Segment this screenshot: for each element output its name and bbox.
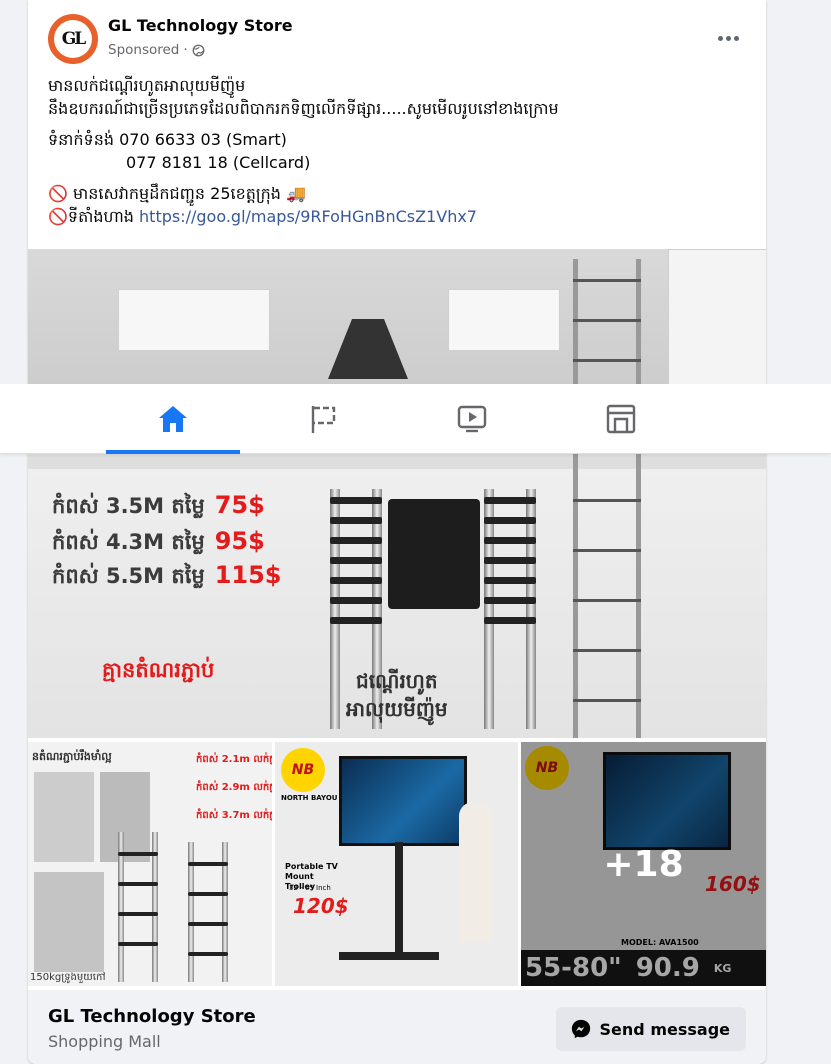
more-options-button[interactable] (714, 24, 742, 52)
home-icon (159, 405, 187, 432)
trolley-pole (395, 842, 403, 952)
more-dot-icon (717, 35, 723, 41)
footer-page-name[interactable]: GL Technology Store (48, 1006, 256, 1027)
thumb-photo (34, 772, 94, 862)
price-value: 115$ (214, 561, 282, 589)
maps-link[interactable]: https://goo.gl/maps/9RFoHGnBnCsZ1Vhx7 (139, 207, 477, 226)
tab-watch[interactable] (405, 384, 539, 453)
trolley-base (339, 952, 439, 960)
thumbnail-tv-trolley[interactable]: NB NORTH BAYOU Portable TV Mount Trolley… (275, 742, 518, 986)
sponsored-line: Sponsored · (108, 42, 205, 58)
tab-marketplace[interactable] (554, 384, 688, 453)
post-footer: GL Technology Store Shopping Mall Send m… (28, 990, 766, 1064)
price-line-1: កំពស់ 3.5M តម្លៃ 75$ (52, 491, 265, 524)
feed-post-card: GL GL Technology Store Sponsored · មានលក… (28, 0, 766, 1064)
page-avatar[interactable]: GL (48, 14, 98, 64)
messenger-icon (571, 1019, 590, 1039)
globe-icon (192, 44, 205, 56)
price-label: កំពស់ 4.3M តម្លៃ (52, 530, 205, 554)
sponsored-label[interactable]: Sponsored (108, 42, 179, 58)
product-label-line-1: ជណ្ដើរហូត (356, 669, 438, 693)
more-photos-overlay[interactable]: +18 (521, 742, 766, 986)
product-label: ជណ្ដើរហូត អាលុយមីញ៉ូម (346, 667, 448, 723)
contact-line-2: 077 8181 18 (Cellcard) (126, 153, 311, 172)
brand-badge: NB (281, 748, 325, 792)
thumb-spec: កំពស់ 3.7m លក់ក្នុង 7 (196, 810, 272, 821)
more-dot-icon (733, 35, 739, 41)
no-entry-icon: 🚫 (48, 184, 68, 203)
price-value: 75$ (214, 491, 265, 519)
price-line-2: កំពស់ 4.3M តម្លៃ 95$ (52, 527, 265, 560)
main-product-image[interactable]: កំពស់ 3.5M តម្លៃ 75$ កំពស់ 4.3M តម្លៃ 95$ … (28, 249, 766, 738)
bottom-tab-bar (0, 384, 831, 454)
price-value: 95$ (214, 527, 265, 555)
no-entry-icon: 🚫 (48, 207, 68, 226)
flag-icon (311, 405, 336, 433)
ladder-illustration (484, 489, 536, 729)
delivery-text: មានសេវាកម្មដឹកជញ្ជូន 25ខេត្តក្រុង 🚚 (73, 184, 306, 203)
thumbnail-tv-stand[interactable]: NB 160$ MODEL: AVA1500 55-80" 90.9 KG +1… (521, 742, 766, 986)
price-label: កំពស់ 5.5M តម្លៃ (52, 564, 205, 588)
ladder-folded (388, 499, 480, 609)
no-hinge-ribbon: គ្មានតំណរភ្ជាប់ (102, 658, 215, 682)
thumb-photo (34, 872, 104, 972)
ladder-illustration (118, 832, 158, 982)
kitchen-cabinet (118, 289, 270, 351)
more-dot-icon (725, 35, 731, 41)
ladder-illustration (188, 842, 228, 982)
thumb-caption: 150kgទ្រូងមួយកៅ (30, 972, 106, 983)
product-price: 120$ (293, 894, 349, 918)
range-hood (328, 319, 408, 379)
brand-sub: NORTH BAYOU (281, 794, 338, 802)
delivery-line: 🚫 មានសេវាកម្មដឹកជញ្ជូន 25ខេត្តក្រុង 🚚 (48, 182, 748, 205)
thumb-heading: នតំណរភ្ជាប់រឹងមាំល្អ (32, 750, 112, 763)
meta-separator: · (183, 42, 188, 58)
post-header: GL GL Technology Store Sponsored · (28, 0, 766, 70)
presenter-figure (459, 802, 493, 942)
location-label: ទីតាំងហាង (67, 207, 134, 226)
footer-category: Shopping Mall (48, 1032, 161, 1051)
post-message: មានលក់ជណ្ដើរហូតអាលុយមីញ៉ូម នឹងឧបករណ៍ជាច្… (48, 74, 748, 228)
post-line-2: នឹងឧបករណ៍ជាច្រើនប្រភេទដែលពិបាករកទិញលើកទី… (48, 99, 559, 118)
kitchen-cabinet (448, 289, 560, 351)
video-icon (457, 405, 487, 432)
page-name-link[interactable]: GL Technology Store (108, 16, 293, 35)
avatar-logo-text: GL (54, 20, 92, 58)
thumbnail-ladders[interactable]: នតំណរភ្ជាប់រឹងមាំល្អ កំពស់ 2.1m លក់ក្នុង… (28, 742, 272, 986)
price-label: កំពស់ 3.5M តម្លៃ (52, 494, 205, 518)
send-message-label: Send message (599, 1019, 730, 1039)
product-label-line-2: អាលុយមីញ៉ូម (346, 697, 448, 721)
thumb-spec: កំពស់ 2.1m លក់ក្នុង 4 (196, 754, 272, 765)
product-size: 32 - 65 Inch (289, 884, 331, 892)
thumb-spec: កំពស់ 2.9m លក់ក្នុង 5 (196, 782, 272, 793)
side-ladder (573, 259, 641, 738)
location-line: 🚫ទីតាំងហាង https://goo.gl/maps/9RFoHGnBn… (48, 205, 748, 228)
contact-line-1: ទំនាក់ទំនង់ 070 6633 03 (Smart) (48, 130, 287, 149)
price-line-3: កំពស់ 5.5M តម្លៃ 115$ (52, 561, 282, 594)
tab-home[interactable] (106, 384, 240, 454)
tab-pages[interactable] (256, 384, 390, 453)
post-line-1: មានលក់ជណ្ដើរហូតអាលុយមីញ៉ូម (48, 76, 246, 95)
send-message-button[interactable]: Send message (555, 1007, 746, 1051)
store-icon (606, 404, 636, 433)
service-block: 🚫 មានសេវាកម្មដឹកជញ្ជូន 25ខេត្តក្រុង 🚚 🚫ទ… (48, 182, 748, 228)
contact-block: ទំនាក់ទំនង់ 070 6633 03 (Smart) 077 8181… (48, 128, 748, 174)
tv-screen (339, 756, 467, 846)
